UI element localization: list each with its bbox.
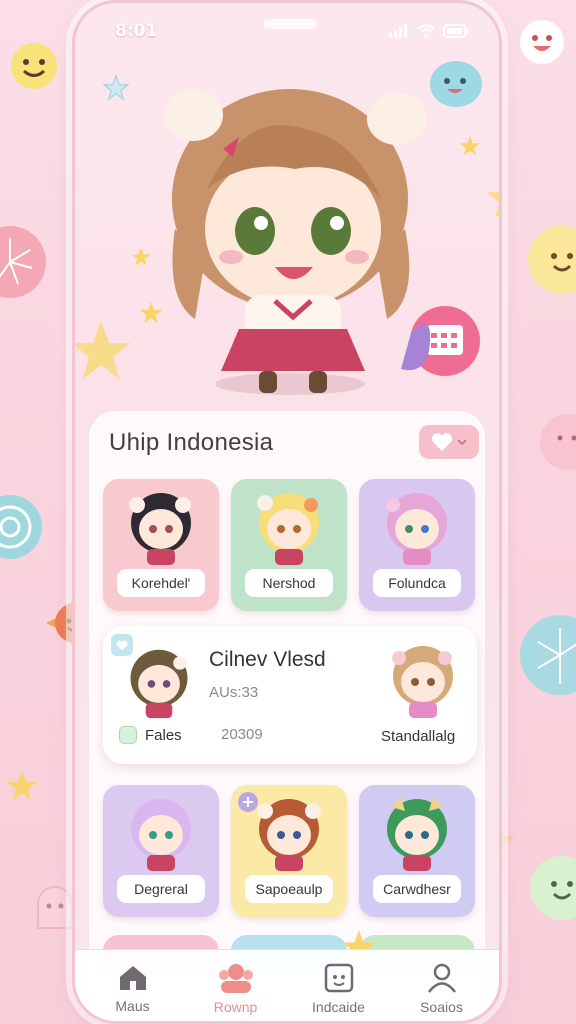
heart-icon (431, 433, 453, 451)
tile-label: Degreral (117, 875, 205, 903)
content-card: Uhip Indonesia Korehdel' Nershod Folundc… (89, 411, 485, 1021)
phone-frame: 8:01 Uhip Indonesia Korehdel' Nershod Fo… (72, 0, 502, 1024)
featured-right-label: Standallalg (381, 728, 456, 745)
character-avatar (257, 799, 321, 871)
character-tile[interactable]: Folundca (359, 479, 475, 611)
cloud-sticker-icon (528, 226, 576, 294)
home-icon (119, 965, 146, 990)
smiley-sticker-icon (11, 43, 57, 89)
character-avatar (129, 493, 191, 565)
tile-label: Folundca (373, 569, 461, 597)
nav-profile[interactable]: Soaios (392, 963, 492, 1015)
notch (263, 19, 317, 29)
character-tile[interactable]: Korehdel' (103, 479, 219, 611)
character-avatar (257, 493, 319, 565)
featured-avatar (130, 649, 188, 719)
character-tile[interactable]: Degreral (103, 785, 219, 917)
dandelion-sticker-icon (0, 226, 46, 298)
star-icon (75, 321, 131, 379)
favorite-toggle-button[interactable] (419, 425, 479, 459)
dandelion-sticker-icon (520, 615, 576, 695)
status-bar: 8:01 (75, 3, 499, 59)
featured-tag-label: Fales (145, 726, 182, 744)
star-sticker-icon (7, 771, 37, 800)
featured-side-avatar (392, 646, 453, 718)
wifi-icon (417, 24, 435, 38)
calendar-icon (324, 963, 353, 992)
nav-calendar[interactable]: Indcaide (289, 963, 389, 1015)
signal-icon (389, 24, 407, 38)
nav-label: Indcaide (312, 998, 365, 1015)
tag-box-icon (119, 726, 137, 744)
tile-label: Korehdel' (117, 569, 205, 597)
tile-label: Carwdhesr (373, 875, 461, 903)
chevron-down-icon (457, 439, 467, 446)
featured-subtitle: AUs:33 (209, 684, 259, 701)
nav-label: Soaios (420, 998, 463, 1015)
nav-label: Maus (115, 997, 150, 1014)
community-icon (218, 963, 253, 993)
featured-character-card[interactable]: Cilnev Vlesd AUs:33 Fales 20309 Standall… (103, 626, 477, 764)
tile-label: Sapoeaulp (245, 875, 333, 903)
character-avatar (131, 799, 191, 871)
character-avatar (386, 493, 447, 565)
profile-icon (427, 963, 456, 993)
hero-character-illustration (163, 89, 431, 393)
swirl-sticker-icon (0, 495, 42, 559)
featured-tag: Fales (119, 726, 182, 744)
status-time: 8:01 (115, 21, 158, 41)
nav-community[interactable]: Rownp (186, 963, 286, 1015)
bottom-nav: Maus Rownp Indcaide Soaios (75, 949, 499, 1021)
character-tile[interactable]: Sapoeaulp (231, 785, 347, 917)
character-tile[interactable]: Carwdhesr (359, 785, 475, 917)
section-title: Uhip Indonesia (109, 429, 274, 456)
battery-icon (443, 24, 468, 38)
star-icon (103, 75, 129, 101)
star-icon (486, 192, 499, 219)
ghost-sticker-icon (37, 886, 73, 929)
bubble-sticker-icon (540, 414, 576, 470)
smiley-sticker-icon (520, 20, 564, 64)
character-tile[interactable]: Nershod (231, 479, 347, 611)
star-icon (459, 135, 481, 156)
featured-name: Cilnev Vlesd (209, 648, 326, 671)
nav-label: Rownp (213, 998, 258, 1015)
status-icons (389, 24, 469, 38)
ghost-sticker-icon (530, 856, 576, 920)
nav-home[interactable]: Maus (83, 964, 183, 1014)
character-avatar (387, 797, 447, 871)
featured-number: 20309 (221, 726, 263, 743)
tile-label: Nershod (245, 569, 333, 597)
